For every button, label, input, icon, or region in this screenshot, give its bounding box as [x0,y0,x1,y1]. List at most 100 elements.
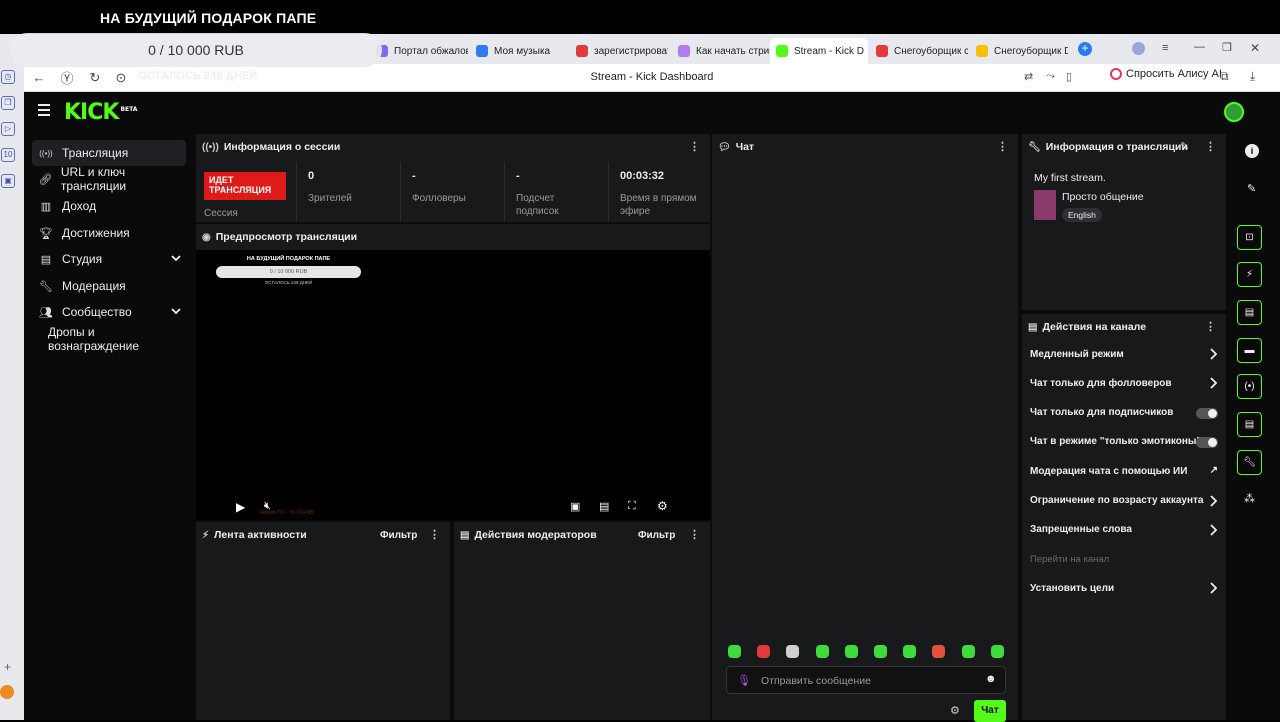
settings-button[interactable]: ⚙ [657,499,668,513]
copy-icon[interactable]: ❐ [1,96,15,110]
channel-action[interactable]: Ограничение по возрасту аккаунта [1030,491,1218,511]
chevron-right-icon[interactable] [1208,523,1218,537]
streaminfo-menu-icon[interactable]: ⋮ [1205,140,1216,153]
toggle-switch[interactable] [1196,436,1218,448]
browser-tab[interactable]: Как начать стрим [672,38,770,64]
sidebar-item[interactable]: 👥︎ Сообщество [32,299,186,325]
emote-icon[interactable] [786,645,800,658]
chevron-right-icon[interactable] [1208,347,1218,361]
hamburger-icon[interactable] [38,104,50,116]
mute-button[interactable]: 🔇︎ [264,500,271,513]
chat-input[interactable]: 🎙︎ Отправить сообщение ☻ [726,666,1006,694]
sidebar-item[interactable]: 🔧︎ Модерация [32,273,186,299]
play-button[interactable]: ▶ [236,500,245,514]
chat-settings-icon[interactable]: ⚙ [950,704,960,717]
channel-action[interactable]: Медленный режим [1030,344,1218,364]
activity-menu-icon[interactable]: ⋮ [429,528,440,541]
browser-tab[interactable]: Портал обжалов [370,38,468,64]
close-window-icon[interactable]: ✕ [1250,41,1260,55]
pencil-icon[interactable]: ✎ [1247,182,1256,195]
emote-icon[interactable] [815,645,829,658]
fullscreen-button[interactable]: ⛶ [628,500,636,513]
chat-menu-icon[interactable]: ⋮ [997,140,1008,153]
browser-tab[interactable]: зарегистрироват [570,38,668,64]
play-icon[interactable]: ▷ [1,122,15,136]
sidebar-item[interactable]: ((•)) Трансляция [32,140,186,166]
bookmark-icon[interactable]: ▯ [1066,70,1072,83]
channelactions-menu-icon[interactable]: ⋮ [1205,320,1216,333]
restore-icon[interactable]: ❐ [1222,41,1232,54]
chevron-right-icon[interactable] [1208,376,1218,390]
rail-camera-button[interactable]: ⊡ [1237,225,1262,250]
channelactions-header: ▤ Действия на канале [1022,314,1226,340]
clock-icon[interactable]: ◷ [1,70,15,84]
sidebar-item[interactable]: ▤ Студия [32,246,186,272]
collections-icon[interactable]: ⧉ [1220,69,1229,84]
doc-icon: ▤ [460,529,470,541]
emote-icon[interactable] [961,645,975,658]
app-icon[interactable] [0,685,14,699]
emote-icon[interactable] [728,645,741,658]
rail-wrench-button[interactable]: 🔧︎ [1237,450,1262,475]
add-icon[interactable]: + [4,660,11,674]
profile-icon[interactable] [1132,42,1145,55]
emote-icon[interactable] [990,645,1004,658]
menu-icon[interactable]: ≡ [1162,42,1168,54]
sidebar-item[interactable]: 🏆︎ Достижения [32,220,186,246]
pip-button[interactable]: ▣ [570,500,580,513]
toggle-switch[interactable] [1196,407,1218,419]
chevron-right-icon[interactable] [1208,581,1218,595]
rail-chat-button[interactable]: ▬ [1237,338,1262,363]
browser-tab[interactable]: Stream - Kick D✕ [770,38,868,64]
calendar-icon[interactable]: 10 [1,148,15,162]
chevron-down-icon[interactable] [170,305,182,317]
browser-tab[interactable]: Моя музыка [470,38,568,64]
new-tab-icon[interactable]: + [1078,42,1092,56]
image-icon[interactable]: ▣ [1,174,15,188]
modactions-filter-button[interactable]: Фильтр [638,530,675,541]
translate-icon[interactable]: ⇄ [1024,70,1033,83]
preview-header: ◉ Предпросмотр трансляции [196,224,710,250]
emote-icon[interactable] [932,645,946,658]
emote-icon[interactable] [874,645,887,658]
channel-action[interactable]: Чат только для фолловеров [1030,373,1218,393]
theater-button[interactable]: ▤ [599,500,609,513]
external-link-icon[interactable]: ↗ [1210,465,1218,476]
channel-action[interactable]: Установить цели [1030,578,1218,598]
browser-tab[interactable]: Снегоуборщик D [970,38,1068,64]
sync-icon[interactable]: ⤳ [1046,70,1055,83]
info-icon[interactable]: i [1245,144,1259,158]
user-avatar[interactable] [1224,102,1244,122]
activity-filter-button[interactable]: Фильтр [380,530,417,541]
ask-alisa-button[interactable]: Спросить Алису AI [1110,68,1222,80]
emote-icon[interactable] [844,645,858,658]
download-icon[interactable]: ⤓ [1250,69,1255,84]
session-menu-icon[interactable]: ⋮ [689,140,700,153]
channel-action[interactable]: Чат в режиме "только эмотиконы" [1030,432,1218,452]
chat-send-button[interactable]: Чат [974,700,1006,722]
rail-bolt-button[interactable]: ⚡︎ [1237,262,1262,287]
sidebar-item-label: URL и ключ трансляции [60,165,127,193]
sidebar-item[interactable]: 🔗︎ URL и ключ трансляции [32,165,186,193]
emoji-icon[interactable]: ☻ [985,673,997,685]
emote-icon[interactable] [903,645,917,658]
rail-actions-button[interactable]: ▤ [1237,412,1262,437]
channel-action[interactable]: Запрещенные слова [1030,520,1218,540]
browser-tab[interactable]: Снегоуборщик с [870,38,968,64]
emote-icon[interactable] [757,645,771,658]
activity-panel: ⚡︎ Лента активности Фильтр ⋮ [196,522,450,720]
kick-logo[interactable]: KICK BETA [64,100,137,125]
channel-action[interactable]: Чат только для подписчиков [1030,403,1218,423]
mic-icon[interactable]: 🎙︎ [737,674,751,687]
edit-icon[interactable]: ✎ [1180,140,1189,153]
rail-more-icon[interactable]: ⁂ [1244,492,1255,505]
channel-action[interactable]: Модерация чата с помощью ИИ ↗ [1030,461,1218,481]
sidebar-item[interactable]: ▥ Доход [32,193,186,219]
sidebar-item[interactable]: Дропы и вознаграждение [32,325,186,353]
rail-doc-button[interactable]: ▤ [1237,300,1262,325]
minimize-icon[interactable]: — [1194,41,1205,53]
rail-broadcast-button[interactable]: (•) [1237,374,1262,399]
modactions-menu-icon[interactable]: ⋮ [689,528,700,541]
chevron-right-icon[interactable] [1208,494,1218,508]
chevron-down-icon[interactable] [170,252,182,264]
